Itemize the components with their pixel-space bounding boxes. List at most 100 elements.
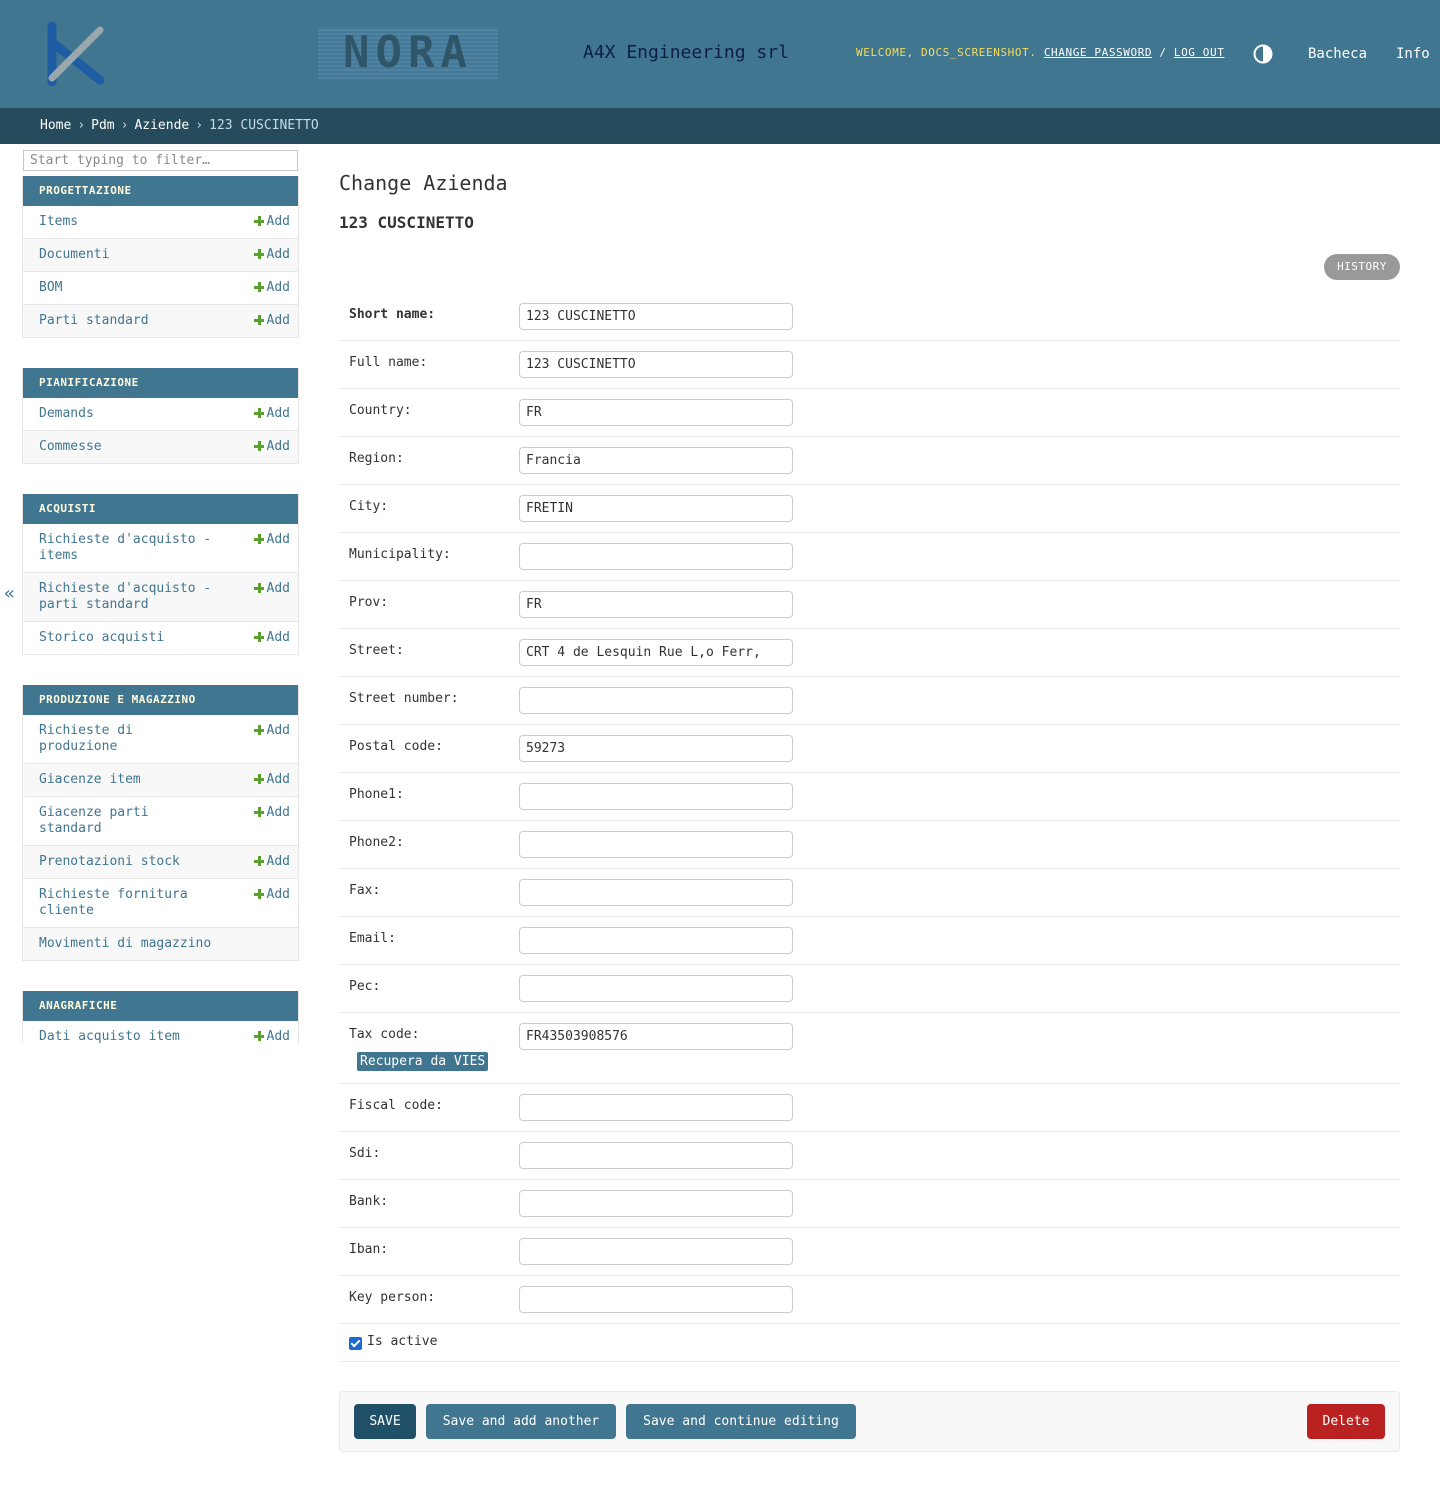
save-continue-button[interactable]: Save and continue editing xyxy=(626,1404,856,1439)
add-label: Add xyxy=(266,532,290,547)
sidebar-item-movimenti-di-magazzino: Movimenti di magazzino xyxy=(23,928,298,961)
add-link[interactable]: Add xyxy=(253,854,290,870)
sidebar-item-label[interactable]: Dati acquisto item xyxy=(39,1029,180,1044)
module-progettazione: PROGETTAZIONE Items Add Documenti Add BOM Add P… xyxy=(22,176,299,338)
sidebar-item-storico-acquisti: Storico acquisti Add xyxy=(23,622,298,655)
sidebar-item-label[interactable]: Giacenze parti standard xyxy=(39,805,149,836)
nav-filter-input[interactable] xyxy=(23,150,298,171)
add-link[interactable]: Add xyxy=(253,532,290,548)
delete-button[interactable]: Delete xyxy=(1307,1404,1385,1439)
sidebar-item-label[interactable]: Storico acquisti xyxy=(39,630,164,645)
city-input[interactable] xyxy=(519,495,793,522)
user-tools: WELCOME, DOCS_SCREENSHOT. CHANGE PASSWOR… xyxy=(856,46,1224,60)
module-caption[interactable]: PRODUZIONE E MAGAZZINO xyxy=(23,685,298,715)
module-caption[interactable]: PROGETTAZIONE xyxy=(23,176,298,206)
key-person-input[interactable] xyxy=(519,1286,793,1313)
recupera-vies-button[interactable]: Recupera da VIES xyxy=(357,1052,489,1071)
add-link[interactable]: Add xyxy=(253,887,290,903)
sidebar-item-label[interactable]: Giacenze item xyxy=(39,772,141,787)
add-link[interactable]: Add xyxy=(253,247,290,263)
sidebar-item-richieste-d-acquisto-items: Richieste d'acquisto - items Add xyxy=(23,524,298,573)
module-produzione-e-magazzino: PRODUZIONE E MAGAZZINO Richieste di produ… xyxy=(22,685,299,961)
info-link[interactable]: Info xyxy=(1396,45,1430,63)
form-row-full-name: Full name: xyxy=(339,341,1400,389)
country-label: Country: xyxy=(349,403,412,418)
add-link[interactable]: Add xyxy=(253,1029,290,1044)
sidebar-item-label[interactable]: Prenotazioni stock xyxy=(39,854,180,869)
form-row-municipality: Municipality: xyxy=(339,533,1400,581)
add-link[interactable]: Add xyxy=(253,630,290,646)
add-label: Add xyxy=(266,805,290,820)
sidebar-item-label[interactable]: Richieste di produzione xyxy=(39,723,133,754)
bank-input[interactable] xyxy=(519,1190,793,1217)
sidebar-item-label[interactable]: Movimenti di magazzino xyxy=(39,936,211,951)
sidebar-item-label[interactable]: Parti standard xyxy=(39,313,149,328)
theme-toggle-icon[interactable] xyxy=(1253,44,1273,64)
fiscal-code-label: Fiscal code: xyxy=(349,1098,443,1113)
iban-input[interactable] xyxy=(519,1238,793,1265)
breadcrumb-aziende[interactable]: Aziende xyxy=(134,118,189,133)
plus-icon xyxy=(253,856,264,866)
email-input[interactable] xyxy=(519,927,793,954)
azienda-form: Short name: Full name: Country: Region: City… xyxy=(339,293,1400,1362)
sidebar-item-label[interactable]: Richieste d'acquisto - parti standard xyxy=(39,581,211,612)
history-button[interactable]: HISTORY xyxy=(1324,254,1400,280)
sdi-label: Sdi: xyxy=(349,1146,381,1161)
sidebar-item-label[interactable]: Items xyxy=(39,214,78,229)
sdi-input[interactable] xyxy=(519,1142,793,1169)
save-button[interactable]: SAVE xyxy=(354,1404,416,1439)
short-name-input[interactable] xyxy=(519,303,793,330)
add-link[interactable]: Add xyxy=(253,805,290,821)
logout-link[interactable]: LOG OUT xyxy=(1174,46,1225,59)
header: NORA A4X Engineering srl WELCOME, DOCS_S… xyxy=(0,0,1440,108)
module-caption[interactable]: ACQUISTI xyxy=(23,494,298,524)
add-link[interactable]: Add xyxy=(253,581,290,597)
pec-input[interactable] xyxy=(519,975,793,1002)
is-active-checkbox[interactable] xyxy=(349,1337,362,1350)
phone1-input[interactable] xyxy=(519,783,793,810)
sidebar-item-label[interactable]: Demands xyxy=(39,406,94,421)
postal-code-label: Postal code: xyxy=(349,739,443,754)
page-title: Change Azienda xyxy=(339,171,508,195)
sidebar-item-label[interactable]: Richieste d'acquisto - items xyxy=(39,532,211,563)
fiscal-code-input[interactable] xyxy=(519,1094,793,1121)
postal-code-input[interactable] xyxy=(519,735,793,762)
add-link[interactable]: Add xyxy=(253,406,290,422)
add-link[interactable]: Add xyxy=(253,313,290,329)
module-caption[interactable]: PIANIFICAZIONE xyxy=(23,368,298,398)
add-link[interactable]: Add xyxy=(253,214,290,230)
a4x-logo[interactable] xyxy=(44,22,108,86)
module-caption[interactable]: ANAGRAFICHE xyxy=(23,991,298,1021)
municipality-label: Municipality: xyxy=(349,547,451,562)
tax-code-input[interactable] xyxy=(519,1023,793,1050)
sidebar-item-label[interactable]: BOM xyxy=(39,280,62,295)
street-input[interactable] xyxy=(519,639,793,666)
add-link[interactable]: Add xyxy=(253,772,290,788)
breadcrumb-pdm[interactable]: Pdm xyxy=(91,118,114,133)
change-password-link[interactable]: CHANGE PASSWORD xyxy=(1044,46,1152,59)
add-link[interactable]: Add xyxy=(253,439,290,455)
collapse-sidebar-button[interactable]: « xyxy=(4,584,15,604)
plus-icon xyxy=(253,725,264,735)
sidebar-item-parti-standard: Parti standard Add xyxy=(23,305,298,338)
street-number-input[interactable] xyxy=(519,687,793,714)
bacheca-link[interactable]: Bacheca xyxy=(1308,45,1367,63)
plus-icon xyxy=(253,889,264,899)
sidebar-item-label[interactable]: Commesse xyxy=(39,439,102,454)
full-name-input[interactable] xyxy=(519,351,793,378)
breadcrumb-separator: › xyxy=(77,118,86,133)
region-input[interactable] xyxy=(519,447,793,474)
prov-input[interactable] xyxy=(519,591,793,618)
breadcrumb-home[interactable]: Home xyxy=(40,118,71,133)
add-label: Add xyxy=(266,214,290,229)
phone2-input[interactable] xyxy=(519,831,793,858)
sidebar-item-label[interactable]: Documenti xyxy=(39,247,109,262)
sidebar-item-label[interactable]: Richieste fornitura cliente xyxy=(39,887,188,918)
municipality-input[interactable] xyxy=(519,543,793,570)
add-link[interactable]: Add xyxy=(253,280,290,296)
add-link[interactable]: Add xyxy=(253,723,290,739)
country-input[interactable] xyxy=(519,399,793,426)
fax-input[interactable] xyxy=(519,879,793,906)
save-add-another-button[interactable]: Save and add another xyxy=(426,1404,616,1439)
plus-icon xyxy=(253,408,264,418)
